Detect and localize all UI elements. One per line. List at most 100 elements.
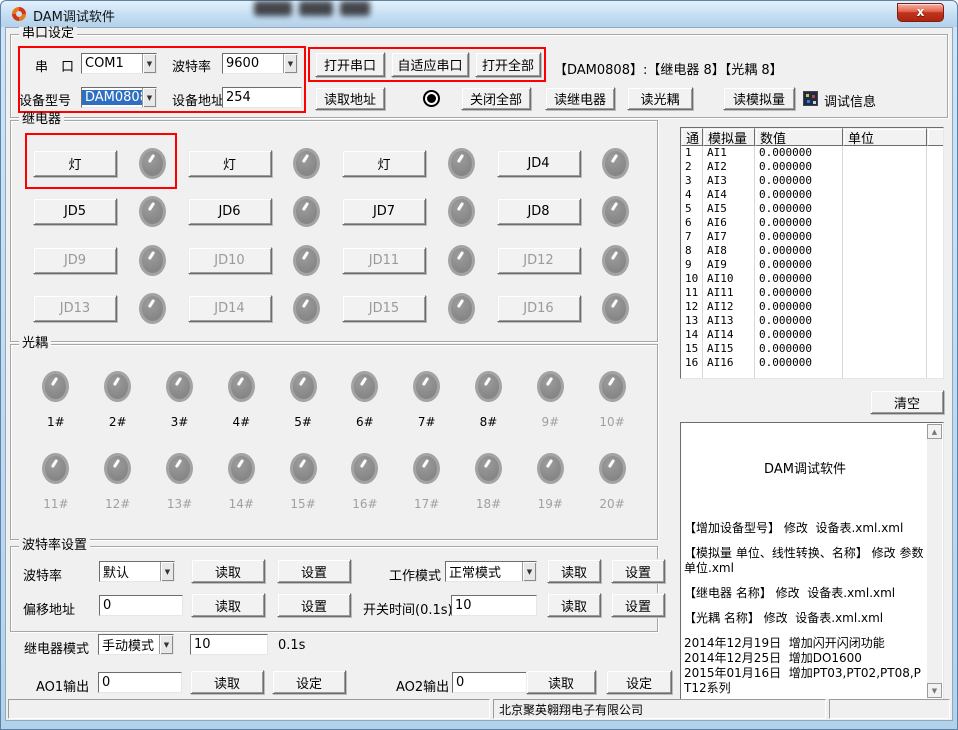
switch-time-input[interactable]: 10 — [451, 595, 537, 616]
port-combo[interactable]: COM1 ▼ — [81, 53, 157, 74]
relay-led-icon-6 — [293, 196, 320, 227]
table-row[interactable] — [681, 370, 943, 379]
table-row[interactable]: 4AI40.000000 — [681, 188, 943, 202]
scroll-up-icon[interactable]: ▲ — [927, 424, 942, 439]
chevron-down-icon[interactable]: ▼ — [522, 562, 536, 581]
table-row[interactable]: 15AI150.000000 — [681, 342, 943, 356]
chevron-down-icon[interactable]: ▼ — [159, 635, 173, 654]
ao2-input[interactable]: 0 — [452, 672, 536, 693]
ao2-set-button[interactable]: 设定 — [606, 670, 672, 694]
relay-mode-time-input[interactable]: 10 — [190, 634, 268, 655]
table-row[interactable]: 1AI10.000000 — [681, 146, 943, 160]
opto-cell: 15# — [272, 453, 334, 511]
workmode-combo[interactable]: 正常模式 ▼ — [445, 561, 537, 582]
baudrate-combo[interactable]: 默认 ▼ — [99, 561, 175, 582]
relay-button-8[interactable]: JD8 — [497, 198, 581, 225]
baud-read-button[interactable]: 读取 — [191, 559, 265, 583]
table-header-cell[interactable] — [927, 128, 943, 146]
offset-read-button[interactable]: 读取 — [191, 593, 265, 617]
table-cell: AI15 — [703, 342, 755, 356]
relay-led-icon-2 — [293, 148, 320, 179]
ao2-read-button[interactable]: 读取 — [526, 670, 596, 694]
device-addr-input[interactable]: 254 — [222, 87, 302, 108]
table-row[interactable]: 11AI110.000000 — [681, 286, 943, 300]
offset-addr-input[interactable]: 0 — [99, 595, 183, 616]
table-header-cell[interactable]: 通 — [681, 128, 703, 146]
table-row[interactable]: 9AI90.000000 — [681, 258, 943, 272]
relay-button-5[interactable]: JD5 — [33, 198, 117, 225]
table-row[interactable]: 10AI100.000000 — [681, 272, 943, 286]
table-cell: AI16 — [703, 356, 755, 370]
relay-button-4[interactable]: JD4 — [497, 150, 581, 177]
relay-cell: JD12 — [489, 236, 644, 285]
table-row[interactable]: 7AI70.000000 — [681, 230, 943, 244]
table-cell — [843, 174, 927, 188]
chevron-down-icon[interactable]: ▼ — [283, 54, 297, 73]
table-cell: 0.000000 — [755, 300, 843, 314]
table-header-cell[interactable]: 单位 — [843, 128, 927, 146]
info-scrollbar[interactable]: ▲ ▼ — [927, 424, 942, 698]
table-row[interactable]: 8AI80.000000 — [681, 244, 943, 258]
relay-button-6[interactable]: JD6 — [188, 198, 272, 225]
workmode-set-button[interactable]: 设置 — [611, 559, 665, 583]
opto-cell: 20# — [581, 453, 643, 511]
table-row[interactable]: 6AI60.000000 — [681, 216, 943, 230]
serial-group-title: 串口设定 — [19, 27, 77, 41]
baud-combo[interactable]: 9600 ▼ — [222, 53, 298, 74]
table-row[interactable]: 16AI160.000000 — [681, 356, 943, 370]
relay-button-3[interactable]: 灯 — [342, 150, 426, 177]
open-serial-button[interactable]: 打开串口 — [315, 52, 385, 77]
chevron-down-icon[interactable]: ▼ — [160, 562, 174, 581]
clear-button[interactable]: 清空 — [870, 390, 944, 414]
analog-table[interactable]: 通模拟量数值单位 1AI10.0000002AI20.0000003AI30.0… — [680, 127, 944, 379]
table-header-cell[interactable]: 数值 — [755, 128, 843, 146]
info-line: 2014年12月19日 增加闪开闪闭功能 — [684, 636, 926, 651]
model-combo[interactable]: DAM0808 ▼ — [81, 87, 157, 108]
read-opto-button[interactable]: 读光耦 — [627, 87, 693, 110]
table-cell — [843, 272, 927, 286]
info-panel: DAM调试软件 【增加设备型号】 修改 设备表.xml.xml【模拟量 单位、线… — [680, 422, 944, 700]
relay-mode-unit: 0.1s — [278, 638, 305, 653]
open-all-button[interactable]: 打开全部 — [475, 52, 541, 77]
relay-cell: JD15 — [334, 285, 489, 334]
opto-cell: 17# — [396, 453, 458, 511]
chevron-down-icon[interactable]: ▼ — [142, 54, 156, 73]
table-row[interactable]: 13AI130.000000 — [681, 314, 943, 328]
switchtime-set-button[interactable]: 设置 — [611, 593, 665, 617]
table-header-cell[interactable]: 模拟量 — [703, 128, 755, 146]
ao1-input[interactable]: 0 — [98, 672, 182, 693]
table-row[interactable]: 3AI30.000000 — [681, 174, 943, 188]
relay-mode-combo[interactable]: 手动模式 ▼ — [98, 634, 174, 655]
close-button[interactable]: x — [897, 3, 944, 22]
opto-label: 1# — [47, 415, 65, 429]
table-row[interactable]: 14AI140.000000 — [681, 328, 943, 342]
ao1-read-button[interactable]: 读取 — [190, 670, 264, 694]
table-row[interactable]: 5AI50.000000 — [681, 202, 943, 216]
auto-adapt-button[interactable]: 自适应串口 — [391, 52, 469, 77]
switchtime-read-button[interactable]: 读取 — [547, 593, 601, 617]
relay-button-9: JD9 — [33, 247, 117, 274]
table-row[interactable]: 12AI120.000000 — [681, 300, 943, 314]
scroll-down-icon[interactable]: ▼ — [927, 683, 942, 698]
relay-cell: JD9 — [25, 236, 180, 285]
relay-led-icon-3 — [448, 148, 475, 179]
read-analog-button[interactable]: 读模拟量 — [723, 87, 795, 110]
relay-button-7[interactable]: JD7 — [342, 198, 426, 225]
workmode-read-button[interactable]: 读取 — [547, 559, 601, 583]
relay-grid: 灯灯灯JD4JD5JD6JD7JD8JD9JD10JD11JD12JD13JD1… — [25, 139, 643, 333]
read-relay-button[interactable]: 读继电器 — [545, 87, 615, 110]
port-label: 串 口 — [35, 56, 74, 75]
opto-label: 9# — [541, 415, 559, 429]
table-row[interactable]: 2AI20.000000 — [681, 160, 943, 174]
chevron-down-icon[interactable]: ▼ — [142, 88, 156, 107]
table-cell — [843, 244, 927, 258]
serial-settings-group: 串口设定 串 口 COM1 ▼ 波特率 9600 ▼ 设备型号 DAM0808 … — [10, 34, 948, 118]
ao1-set-button[interactable]: 设定 — [272, 670, 346, 694]
read-address-button[interactable]: 读取地址 — [315, 87, 385, 110]
offset-set-button[interactable]: 设置 — [277, 593, 351, 617]
relay-cell: JD11 — [334, 236, 489, 285]
relay-button-2[interactable]: 灯 — [188, 150, 272, 177]
baud-set-button[interactable]: 设置 — [277, 559, 351, 583]
close-all-button[interactable]: 关闭全部 — [461, 87, 531, 110]
relay-button-1[interactable]: 灯 — [33, 150, 117, 177]
